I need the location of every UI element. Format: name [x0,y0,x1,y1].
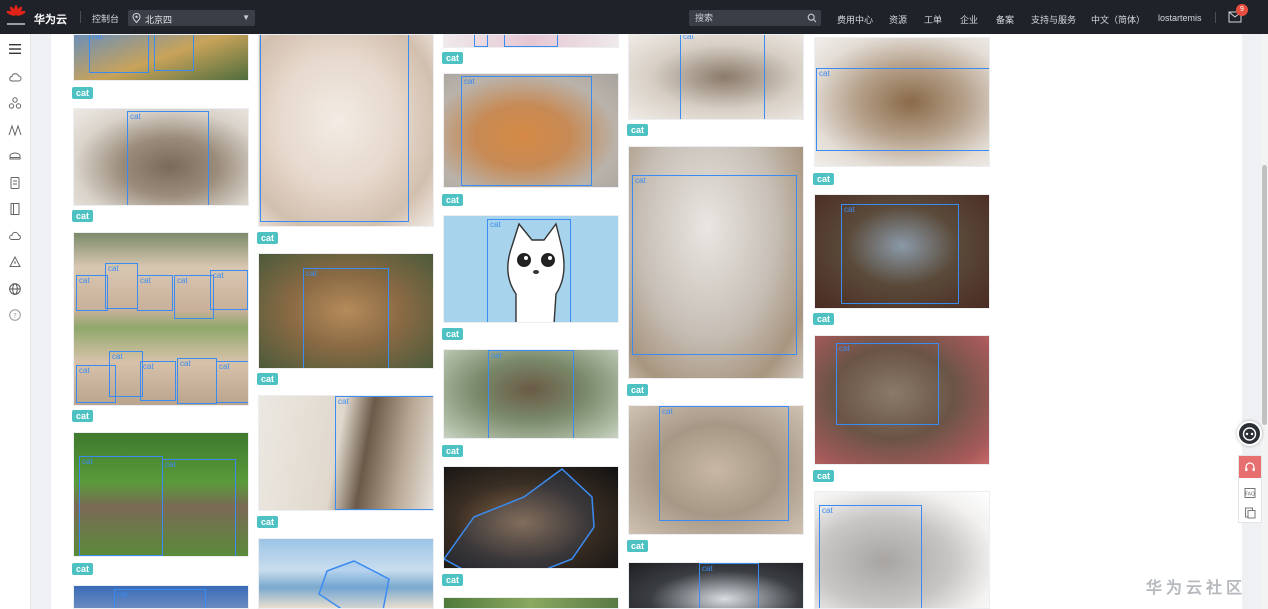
cat-label-tag: cat [442,194,464,206]
region-selector[interactable]: 北京四 ▼ [128,10,255,26]
feedback-icon[interactable] [1244,507,1256,519]
nav-icp-filing[interactable]: 备案 [996,13,1014,26]
image-card[interactable]: cat [258,253,434,369]
cat-label-tag: cat [72,563,94,575]
left-sidebar: ? [0,34,31,609]
huawei-logo-icon[interactable] [6,5,26,27]
image-card[interactable]: cat [628,34,804,120]
cat-label-tag: cat [442,328,464,340]
image-card[interactable] [443,466,619,569]
search-box[interactable] [689,10,821,26]
cat-label-tag: cat [257,373,279,385]
image-card[interactable]: cat [814,491,990,609]
image-card[interactable]: cat [73,585,249,609]
nav-resources[interactable]: 资源 [889,13,907,26]
image-card[interactable]: cat [814,335,990,465]
assistant-button[interactable] [1237,421,1262,446]
menu-icon[interactable] [8,42,22,56]
cloud-outline-icon[interactable] [8,229,22,243]
nav-enterprise[interactable]: 企业 [960,13,978,26]
cat-label-tag: cat [627,384,649,396]
document-icon[interactable] [8,176,22,190]
image-card[interactable]: cat [628,562,804,609]
image-card[interactable]: cat [628,146,804,379]
headset-icon [1245,462,1255,471]
search-input[interactable] [695,12,805,24]
image-card[interactable]: cat cat [73,432,249,557]
side-toolbox: FAQ [1238,455,1262,523]
cat-label-tag: cat [72,410,94,422]
search-icon[interactable] [807,13,817,23]
nav-tickets[interactable]: 工单 [924,13,942,26]
image-card[interactable]: cat cat cat cat cat cat cat cat cat cat [73,232,249,406]
cat-label-tag: cat [627,540,649,552]
image-card[interactable]: cat [814,37,990,167]
image-card[interactable] [258,538,434,609]
cat-label-tag: cat [257,516,279,528]
image-card[interactable]: cat [814,194,990,309]
console-link[interactable]: 控制台 [92,12,119,25]
image-card[interactable]: cat [73,34,249,81]
faq-icon[interactable]: FAQ [1244,487,1256,499]
svg-text:?: ? [13,312,17,320]
image-card[interactable]: cat [628,405,804,535]
image-card[interactable]: cat [443,349,619,439]
location-pin-icon [132,13,141,23]
scrollbar-thumb[interactable] [1262,165,1267,425]
cloud-icon[interactable] [8,70,22,84]
cat-label-tag: cat [442,445,464,457]
help-icon[interactable]: ? [8,308,22,322]
chevron-down-icon: ▼ [242,13,250,22]
book-icon[interactable] [8,202,22,216]
svg-text:FAQ: FAQ [1245,492,1255,498]
cat-label-tag: cat [627,124,649,136]
cat-label-tag: cat [442,574,464,586]
cat-label-tag: cat [813,173,835,185]
image-card[interactable]: cat [73,108,249,206]
image-card[interactable] [443,34,619,48]
cat-label-tag: cat [72,87,94,99]
alert-icon[interactable] [8,255,22,269]
storage-icon[interactable] [8,149,22,163]
image-card[interactable]: cat [443,215,619,323]
segmentation-polygon [318,560,390,608]
top-bar: 华为云 控制台 北京四 ▼ 费用中心 资源 工单 企业 备案 支持与服务 中文（… [0,0,1268,34]
image-card[interactable]: cat [258,395,434,511]
cat-label-tag: cat [257,232,279,244]
nav-support[interactable]: 支持与服务 [1031,13,1076,26]
nav-username[interactable]: lostartemis [1158,13,1202,23]
image-card[interactable] [258,34,434,227]
cluster-icon[interactable] [8,96,22,110]
cat-label-tag: cat [813,470,835,482]
cat-label-tag: cat [442,52,464,64]
robot-icon [1242,427,1257,441]
cat-label-tag: cat [813,313,835,325]
watermark: 华为云社区 [1146,580,1247,597]
brand-name[interactable]: 华为云 [34,11,67,27]
divider [1215,12,1216,23]
segmentation-polygon [444,468,595,568]
image-card[interactable]: cat [443,73,619,188]
divider [80,11,81,23]
customer-service-button[interactable] [1239,456,1261,478]
image-card[interactable] [443,597,619,609]
nav-billing[interactable]: 费用中心 [837,13,873,26]
network-icon[interactable] [8,123,22,137]
region-label: 北京四 [145,15,173,25]
nav-language[interactable]: 中文（简体） [1091,13,1145,26]
cat-label-tag: cat [72,210,94,222]
notification-badge[interactable]: 9 [1236,4,1248,16]
globe-icon[interactable] [8,282,22,296]
